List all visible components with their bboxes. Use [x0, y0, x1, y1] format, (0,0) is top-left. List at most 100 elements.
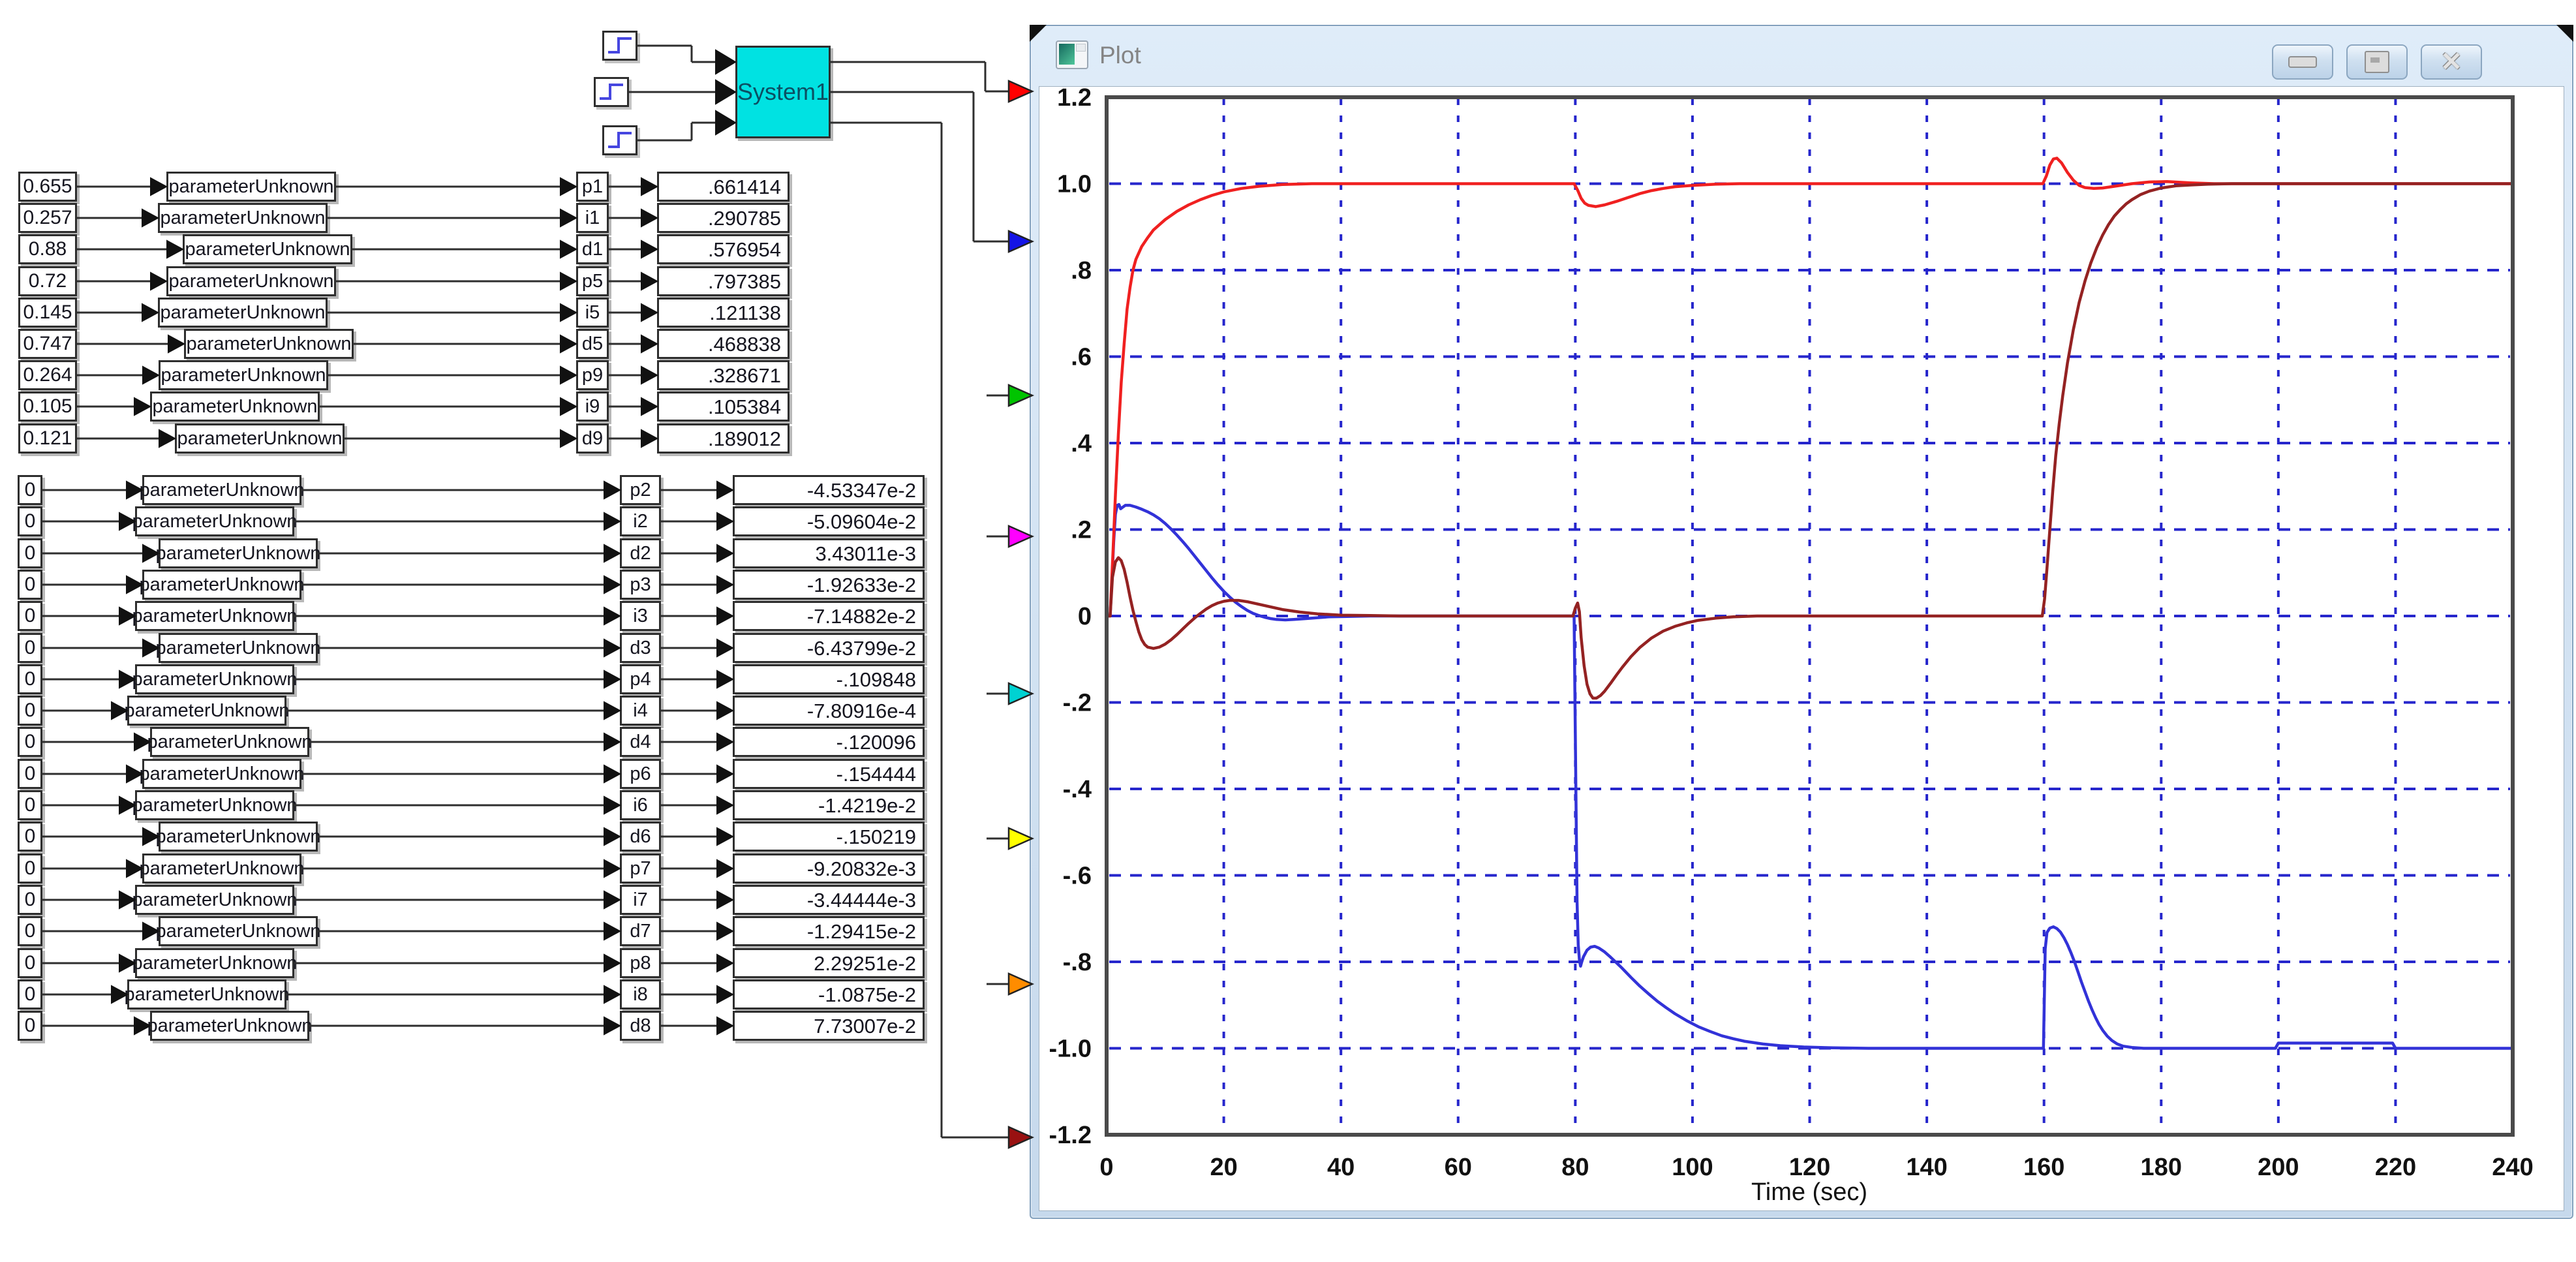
group2-port-block-p8[interactable]: p8	[620, 948, 661, 978]
group1-port-block-i1[interactable]: i1	[576, 203, 609, 233]
group1-port-block-p9[interactable]: p9	[576, 360, 609, 390]
plot-window[interactable]: Plot ✕ 1.2 1.0 .8 .6 .4 .2 0 -.2 -.4 -.6 -.8 -1.0 -1…	[1030, 25, 2573, 1219]
group1-display-block-p1[interactable]: .661414	[657, 172, 790, 202]
group2-value-block-d4[interactable]: 0	[18, 727, 42, 757]
group2-value-block-p8[interactable]: 0	[18, 948, 42, 978]
group2-value-block-i6[interactable]: 0	[18, 790, 42, 820]
group2-value-block-i2[interactable]: 0	[18, 506, 42, 536]
group1-display-block-p9[interactable]: .328671	[657, 360, 790, 390]
group1-parameter-block-p1[interactable]: parameterUnknown	[166, 172, 336, 202]
group1-port-block-d5[interactable]: d5	[576, 329, 609, 359]
group2-port-block-d3[interactable]: d3	[620, 633, 661, 663]
restore-button[interactable]	[2346, 44, 2408, 80]
system1-block[interactable]: System1	[735, 46, 831, 138]
group1-display-block-i1[interactable]: .290785	[657, 203, 790, 233]
group2-value-block-i4[interactable]: 0	[18, 696, 42, 726]
group1-display-block-d5[interactable]: .468838	[657, 329, 790, 359]
group2-value-block-d7[interactable]: 0	[18, 916, 42, 946]
group2-value-block-p6[interactable]: 0	[18, 759, 42, 789]
group2-display-block-d8[interactable]: 7.73007e-2	[733, 1011, 925, 1041]
group2-value-block-i8[interactable]: 0	[18, 979, 42, 1009]
group1-display-block-d1[interactable]: .576954	[657, 234, 790, 264]
group2-display-block-p2[interactable]: -4.53347e-2	[733, 475, 925, 505]
group2-parameter-block-d7[interactable]: parameterUnknown	[155, 916, 321, 946]
group2-parameter-block-i6[interactable]: parameterUnknown	[132, 790, 298, 820]
group2-display-block-p3[interactable]: -1.92633e-2	[733, 570, 925, 600]
step-source-block-3[interactable]	[602, 125, 637, 155]
group1-value-block-i9[interactable]: 0.105	[18, 392, 77, 422]
close-button[interactable]: ✕	[2421, 44, 2482, 80]
group2-display-block-i7[interactable]: -3.44444e-3	[733, 885, 925, 915]
group2-value-block-p2[interactable]: 0	[18, 475, 42, 505]
group1-value-block-d5[interactable]: 0.747	[18, 329, 77, 359]
group2-display-block-d2[interactable]: 3.43011e-3	[733, 538, 925, 568]
group1-display-block-p5[interactable]: .797385	[657, 266, 790, 296]
plot-window-titlebar[interactable]: Plot ✕	[1031, 26, 2572, 86]
group2-parameter-block-i4[interactable]: parameterUnknown	[124, 696, 290, 726]
group2-port-block-d6[interactable]: d6	[620, 822, 661, 852]
step-source-block-2[interactable]	[594, 77, 629, 107]
group2-display-block-d7[interactable]: -1.29415e-2	[733, 916, 925, 946]
group1-parameter-block-i9[interactable]: parameterUnknown	[150, 392, 320, 422]
group1-port-block-d9[interactable]: d9	[576, 423, 609, 454]
group2-port-block-d8[interactable]: d8	[620, 1011, 661, 1041]
group2-port-block-i3[interactable]: i3	[620, 601, 661, 631]
group2-display-block-i2[interactable]: -5.09604e-2	[733, 506, 925, 536]
group2-value-block-p4[interactable]: 0	[18, 664, 42, 694]
group2-parameter-block-p7[interactable]: parameterUnknown	[139, 854, 305, 884]
group1-port-block-p5[interactable]: p5	[576, 266, 609, 296]
group1-value-block-p1[interactable]: 0.655	[18, 172, 77, 202]
group1-display-block-i5[interactable]: .121138	[657, 298, 790, 328]
group2-parameter-block-d6[interactable]: parameterUnknown	[155, 822, 321, 852]
group2-display-block-p7[interactable]: -9.20832e-3	[733, 854, 925, 884]
group1-port-block-p1[interactable]: p1	[576, 172, 609, 202]
group2-display-block-d6[interactable]: -.150219	[733, 822, 925, 852]
group2-port-block-i4[interactable]: i4	[620, 696, 661, 726]
group2-display-block-i3[interactable]: -7.14882e-2	[733, 601, 925, 631]
group2-value-block-d6[interactable]: 0	[18, 822, 42, 852]
group2-port-block-p4[interactable]: p4	[620, 664, 661, 694]
group1-parameter-block-d1[interactable]: parameterUnknown	[183, 234, 352, 264]
group2-parameter-block-i3[interactable]: parameterUnknown	[132, 601, 298, 631]
group2-port-block-p6[interactable]: p6	[620, 759, 661, 789]
group2-port-block-d4[interactable]: d4	[620, 727, 661, 757]
group2-parameter-block-i2[interactable]: parameterUnknown	[132, 506, 298, 536]
group2-parameter-block-d3[interactable]: parameterUnknown	[155, 633, 321, 663]
minimize-button[interactable]	[2272, 44, 2333, 80]
group2-port-block-p7[interactable]: p7	[620, 854, 661, 884]
group2-port-block-p3[interactable]: p3	[620, 570, 661, 600]
group2-value-block-p7[interactable]: 0	[18, 854, 42, 884]
group2-parameter-block-p6[interactable]: parameterUnknown	[139, 759, 305, 789]
group2-value-block-i3[interactable]: 0	[18, 601, 42, 631]
group1-value-block-d1[interactable]: 0.88	[18, 234, 77, 264]
group1-parameter-block-i5[interactable]: parameterUnknown	[158, 298, 328, 328]
group2-value-block-d8[interactable]: 0	[18, 1011, 42, 1041]
group2-port-block-p2[interactable]: p2	[620, 475, 661, 505]
group1-parameter-block-p5[interactable]: parameterUnknown	[166, 266, 336, 296]
group2-value-block-d2[interactable]: 0	[18, 538, 42, 568]
group2-parameter-block-i8[interactable]: parameterUnknown	[124, 979, 290, 1009]
group2-port-block-i7[interactable]: i7	[620, 885, 661, 915]
group1-parameter-block-p9[interactable]: parameterUnknown	[159, 360, 328, 390]
group1-port-block-i9[interactable]: i9	[576, 392, 609, 422]
group1-display-block-d9[interactable]: .189012	[657, 423, 790, 454]
group1-display-block-i9[interactable]: .105384	[657, 392, 790, 422]
group2-display-block-i4[interactable]: -7.80916e-4	[733, 696, 925, 726]
group2-parameter-block-p3[interactable]: parameterUnknown	[139, 570, 305, 600]
group2-parameter-block-p4[interactable]: parameterUnknown	[132, 664, 298, 694]
group1-value-block-p5[interactable]: 0.72	[18, 266, 77, 296]
group2-parameter-block-p2[interactable]: parameterUnknown	[139, 475, 305, 505]
group1-port-block-i5[interactable]: i5	[576, 298, 609, 328]
group2-parameter-block-i7[interactable]: parameterUnknown	[132, 885, 298, 915]
group1-value-block-i5[interactable]: 0.145	[18, 298, 77, 328]
group2-value-block-p3[interactable]: 0	[18, 570, 42, 600]
group2-parameter-block-d2[interactable]: parameterUnknown	[155, 538, 321, 568]
group2-port-block-i8[interactable]: i8	[620, 979, 661, 1009]
group2-port-block-d2[interactable]: d2	[620, 538, 661, 568]
group2-display-block-p4[interactable]: -.109848	[733, 664, 925, 694]
group1-value-block-d9[interactable]: 0.121	[18, 423, 77, 454]
group2-display-block-i6[interactable]: -1.4219e-2	[733, 790, 925, 820]
group1-value-block-i1[interactable]: 0.257	[18, 203, 77, 233]
group2-display-block-d4[interactable]: -.120096	[733, 727, 925, 757]
group2-display-block-d3[interactable]: -6.43799e-2	[733, 633, 925, 663]
